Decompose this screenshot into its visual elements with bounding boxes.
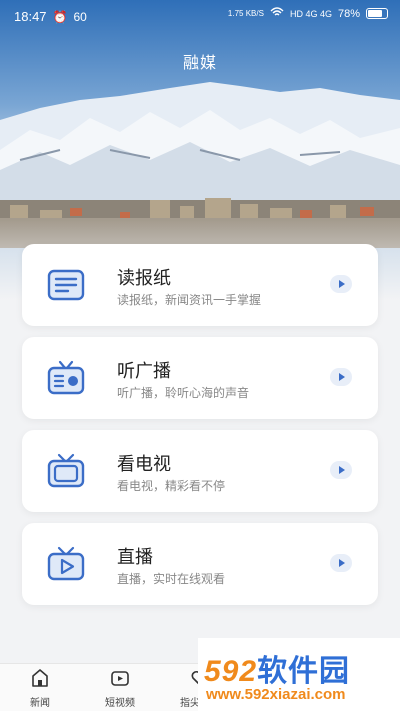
status-bar: 18:47 ⏰ 60 1.75 KB/S HD 4G 4G 78% bbox=[0, 0, 400, 32]
battery-percent: 78% bbox=[337, 7, 360, 20]
tab-label: 新闻 bbox=[30, 698, 50, 709]
card-description: 看电视，精彩看不停 bbox=[117, 479, 226, 493]
live-play-icon bbox=[46, 545, 86, 583]
radio-icon bbox=[46, 359, 86, 397]
card-live[interactable]: 直播 直播，实时在线观看 bbox=[22, 523, 378, 605]
tab-label: 短视频 bbox=[105, 698, 135, 709]
watermark-number: 592 bbox=[204, 655, 258, 688]
play-icon[interactable] bbox=[330, 368, 352, 386]
tab-news[interactable]: 新闻 bbox=[0, 668, 80, 709]
watermark-brand: 592软件园 bbox=[204, 646, 350, 690]
wifi-icon bbox=[270, 7, 284, 20]
status-time: 18:47 bbox=[14, 9, 47, 24]
card-title: 听广播 bbox=[117, 361, 171, 382]
card-description: 直播，实时在线观看 bbox=[117, 572, 226, 586]
watermark: 592软件园 www.592xiazai.com bbox=[198, 638, 400, 711]
card-title: 读报纸 bbox=[117, 268, 171, 289]
play-icon[interactable] bbox=[330, 554, 352, 572]
card-watch-tv[interactable]: 看电视 看电视，精彩看不停 bbox=[22, 430, 378, 512]
short-video-icon bbox=[80, 668, 160, 691]
card-description: 读报纸，新闻资讯一手掌握 bbox=[117, 293, 262, 307]
watermark-brand-text: 软件园 bbox=[257, 655, 351, 688]
play-icon[interactable] bbox=[330, 275, 352, 293]
card-title: 看电视 bbox=[117, 454, 171, 475]
card-title: 直播 bbox=[117, 547, 153, 568]
battery-icon bbox=[366, 8, 388, 19]
watermark-url: www.592xiazai.com bbox=[206, 686, 346, 703]
play-icon[interactable] bbox=[330, 461, 352, 479]
card-listen-radio[interactable]: 听广播 听广播，聆听心海的声音 bbox=[22, 337, 378, 419]
card-description: 听广播，聆听心海的声音 bbox=[117, 386, 250, 400]
page-title: 融媒 bbox=[182, 53, 217, 72]
alarm-icon: ⏰ bbox=[52, 9, 68, 24]
news-icon bbox=[0, 668, 80, 691]
card-read-newspaper[interactable]: 读报纸 读报纸，新闻资讯一手掌握 bbox=[22, 244, 378, 326]
network-speed: 1.75 KB/S bbox=[227, 9, 264, 18]
network-type: HD 4G 4G bbox=[289, 8, 332, 19]
status-fps: 60 bbox=[73, 9, 87, 24]
tv-icon bbox=[46, 452, 86, 490]
newspaper-icon bbox=[46, 266, 86, 304]
tab-short-video[interactable]: 短视频 bbox=[80, 668, 160, 709]
